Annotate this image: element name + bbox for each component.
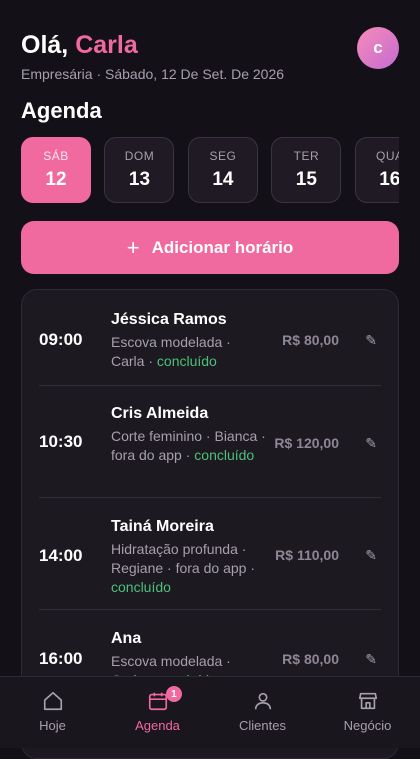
tab-label: Agenda — [135, 718, 180, 733]
client-name: Tainá Moreira — [111, 518, 214, 535]
edit-pencil-icon[interactable]: ✎ — [365, 547, 377, 564]
user-icon — [254, 692, 271, 710]
appointment-detail: Escova modelada · Carla · concluído — [111, 333, 266, 371]
day-chip-tue[interactable]: TER 15 — [271, 137, 342, 203]
plus-icon: + — [126, 234, 140, 260]
tab-hoje[interactable]: Hoje — [0, 677, 105, 748]
appointment-time: 09:00 — [39, 330, 83, 349]
appointment-row[interactable]: 10:30 Cris Almeida Corte feminino · Bian… — [39, 385, 381, 498]
status-label: concluído — [111, 579, 171, 595]
edit-pencil-icon[interactable]: ✎ — [365, 651, 377, 668]
appointment-price: R$ 80,00 — [282, 332, 339, 348]
role-date-subtitle: Empresária · Sábado, 12 De Set. De 2026 — [21, 66, 285, 82]
tab-agenda[interactable]: 1 Agenda — [105, 677, 210, 748]
appointment-row[interactable]: 09:00 Jéssica Ramos Escova modelada · Ca… — [39, 290, 381, 386]
day-chip-mon[interactable]: SEG 14 — [187, 137, 258, 203]
tab-negocio[interactable]: Negócio — [315, 677, 420, 748]
header: Olá, Carla Empresária · Sábado, 12 De Se… — [21, 28, 399, 82]
appointment-price: R$ 110,00 — [275, 547, 339, 563]
client-name: Jéssica Ramos — [111, 311, 227, 328]
day-chip-sun[interactable]: DOM 13 — [104, 137, 175, 203]
day-number: 12 — [45, 169, 67, 190]
add-appointment-label: Adicionar horário — [151, 237, 294, 257]
day-number: 15 — [295, 169, 317, 190]
bottom-tab-bar: Hoje 1 Agenda Clientes Negócio — [0, 676, 420, 748]
appointment-time: 16:00 — [39, 649, 83, 668]
day-number: 16 — [379, 169, 399, 190]
day-weekday: TER — [293, 149, 320, 163]
appointment-row[interactable]: 14:00 Tainá Moreira Hidratação profunda … — [39, 497, 381, 610]
tab-clientes[interactable]: Clientes — [210, 677, 315, 748]
day-weekday: SEG — [209, 149, 237, 163]
edit-pencil-icon[interactable]: ✎ — [365, 332, 377, 349]
day-number: 14 — [212, 169, 234, 190]
user-name: Carla — [75, 31, 138, 59]
day-chip-sat[interactable]: SÁB 12 — [21, 137, 91, 203]
appointment-price: R$ 80,00 — [282, 651, 339, 667]
add-appointment-button[interactable]: + Adicionar horário — [21, 221, 399, 274]
greeting-title: Olá, Carla — [21, 28, 399, 62]
status-label: concluído — [194, 447, 255, 463]
appointment-price: R$ 120,00 — [274, 435, 339, 451]
day-number: 13 — [128, 169, 151, 190]
home-icon — [43, 691, 62, 711]
appointment-time: 14:00 — [39, 546, 83, 565]
edit-pencil-icon[interactable]: ✎ — [365, 435, 377, 452]
day-weekday: QUA — [376, 149, 399, 163]
notification-badge: 1 — [165, 686, 182, 702]
agenda-title: Agenda — [21, 98, 102, 123]
appointment-detail: Hidratação profunda · Regiane · fora do … — [111, 540, 266, 597]
appointment-detail: Corte feminino · Bianca · fora do app · … — [111, 427, 266, 465]
day-weekday: SÁB — [43, 149, 69, 163]
day-weekday: DOM — [124, 149, 155, 163]
greeting-text: Olá, — [21, 31, 69, 59]
service-info: Hidratação profunda · Regiane · fora do … — [111, 541, 255, 576]
tab-label: Clientes — [239, 718, 286, 733]
day-chip-wed[interactable]: QUA 16 — [354, 137, 399, 203]
tab-label: Hoje — [39, 718, 66, 733]
tab-label: Negócio — [343, 718, 392, 733]
appointment-time: 10:30 — [39, 432, 83, 451]
day-selector: SÁB 12 DOM 13 SEG 14 TER 15 QUA 16 — [21, 137, 399, 205]
client-name: Cris Almeida — [111, 405, 209, 422]
store-icon — [358, 692, 377, 710]
avatar[interactable]: c — [357, 27, 399, 69]
status-label: concluído — [156, 353, 217, 369]
client-name: Ana — [111, 630, 142, 647]
